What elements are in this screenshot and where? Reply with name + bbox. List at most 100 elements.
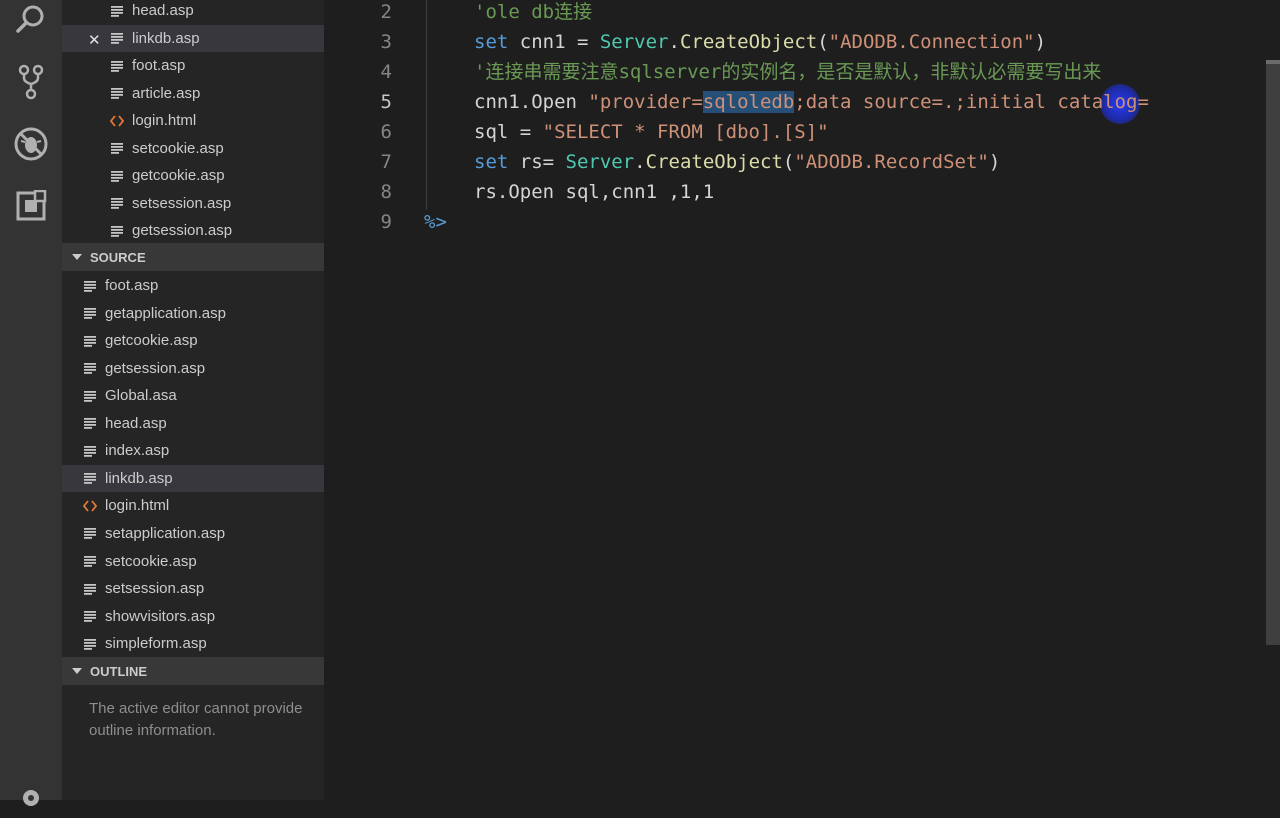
text-file-icon [83,637,97,651]
activity-bar [0,0,62,806]
code-line[interactable]: 7 set rs= Server.CreateObject("ADODB.Reco… [324,147,1264,177]
code-token: sql = [474,121,543,143]
file-item[interactable]: setsession.asp [62,575,324,602]
code-token: ( [817,31,829,53]
scrollbar-thumb[interactable] [1266,60,1280,645]
code-token: '连接串需要注意sqlserver的实例名，是否是默认，非默认必需要写出来 [474,61,1102,83]
code-token: ) [988,151,1001,173]
file-name: simpleform.asp [105,635,207,653]
file-name: linkdb.asp [132,29,200,47]
code-token: "provider= [588,91,703,113]
file-item[interactable]: getcookie.asp [62,327,324,354]
code-token: %> [424,211,447,233]
code-token: rs.Open sql,cnn1 ,1,1 [474,181,715,203]
file-name: setsession.asp [105,580,205,598]
editor-scrollbar[interactable] [1266,0,1280,800]
code-token: CreateObject [679,31,818,53]
file-item[interactable]: showvisitors.asp [62,603,324,630]
settings-gear-icon[interactable] [11,778,51,818]
file-item[interactable]: setcookie.asp [62,135,324,162]
source-section-header[interactable]: SOURCE [62,243,324,271]
file-item[interactable]: Global.asa [62,382,324,409]
file-item[interactable]: foot.asp [62,52,324,79]
file-item[interactable]: linkdb.asp [62,464,324,492]
code-text: set rs= Server.CreateObject("ADODB.Recor… [474,147,1000,177]
file-item[interactable]: article.asp [62,80,324,107]
collapse-triangle-icon [72,668,82,674]
text-file-icon [83,389,97,403]
file-name: foot.asp [132,57,186,75]
text-file-icon [83,306,97,320]
file-item[interactable]: getcookie.asp [62,162,324,189]
close-icon[interactable]: ✕ [88,31,101,49]
text-file-icon [83,444,97,458]
text-file-icon [83,471,97,485]
file-name: index.asp [105,442,170,460]
source-section-title: SOURCE [90,249,146,265]
code-token: cnn1.Open [474,91,589,113]
file-name: head.asp [132,2,194,19]
code-line[interactable]: 5 cnn1.Open "provider=sqloledb;data sourc… [324,87,1264,117]
code-text: set cnn1 = Server.CreateObject("ADODB.Co… [474,27,1046,57]
line-number: 2 [380,1,392,23]
file-name: setcookie.asp [132,139,224,157]
debug-icon[interactable] [11,124,51,164]
file-item[interactable]: getapplication.asp [62,300,324,327]
code-text: rs.Open sql,cnn1 ,1,1 [474,177,714,207]
code-token: . [668,31,680,53]
line-number: 3 [380,31,392,53]
code-text: 'ole db连接 [474,0,592,27]
file-name: head.asp [105,414,167,432]
search-icon[interactable] [11,0,51,40]
code-line[interactable]: 4 '连接串需要注意sqlserver的实例名，是否是默认，非默认必需要写出来 [324,57,1264,87]
text-file-icon [110,224,124,238]
file-item[interactable]: foot.asp [62,272,324,299]
text-file-icon [110,4,124,18]
text-file-icon [110,169,124,183]
code-text: '连接串需要注意sqlserver的实例名，是否是默认，非默认必需要写出来 [474,57,1101,87]
file-name: login.html [132,112,197,130]
file-item[interactable]: login.html [62,492,324,519]
outline-section-header[interactable]: OUTLINE [62,657,324,685]
code-line[interactable]: 9 %> [324,207,1264,237]
file-item[interactable]: getsession.asp [62,355,324,382]
file-item[interactable]: ✕ linkdb.asp [62,24,324,52]
code-token: 'ole db连接 [474,1,593,23]
file-item[interactable]: setapplication.asp [62,520,324,547]
code-line[interactable]: 6 sql = "SELECT * FROM [dbo].[S]" [324,117,1264,147]
file-name: Global.asa [105,387,177,405]
file-name: getapplication.asp [105,304,226,322]
text-file-icon [83,526,97,540]
file-item[interactable]: index.asp [62,437,324,464]
file-name: setsession.asp [132,194,232,212]
text-file-icon [110,196,124,210]
code-token: ( [782,151,795,173]
code-line[interactable]: 2 'ole db连接 [324,0,1264,27]
code-editor[interactable]: 2 'ole db连接 3 set cnn1 = Server.CreateObjec… [324,0,1280,800]
code-line[interactable]: 3 set cnn1 = Server.CreateObject("ADODB.C… [324,27,1264,57]
file-item[interactable]: simpleform.asp [62,630,324,657]
text-file-icon [110,31,124,45]
file-name: getsession.asp [105,359,206,377]
file-item[interactable]: setcookie.asp [62,548,324,575]
file-name: getcookie.asp [105,332,198,350]
file-item[interactable]: setsession.asp [62,190,324,217]
line-number: 5 [380,91,392,113]
file-item[interactable]: head.asp [62,410,324,437]
code-token: . [634,151,646,173]
code-line[interactable]: 8 rs.Open sql,cnn1 ,1,1 [324,177,1264,207]
line-number: 7 [380,151,392,173]
text-file-icon [83,554,97,568]
code-token: Server [599,31,669,53]
text-file-icon [83,416,97,430]
file-name: setapplication.asp [105,524,226,542]
explorer-sidebar: SOURCE OUTLINE The active editor cannot … [62,0,324,800]
code-token: set [474,31,509,53]
text-file-icon [83,582,97,596]
source-control-icon[interactable] [11,62,51,102]
extensions-icon[interactable] [11,186,51,226]
file-item[interactable]: head.asp [62,0,324,24]
file-item[interactable]: getsession.asp [62,217,324,244]
file-item[interactable]: login.html [62,107,324,134]
collapse-triangle-icon [72,254,82,260]
